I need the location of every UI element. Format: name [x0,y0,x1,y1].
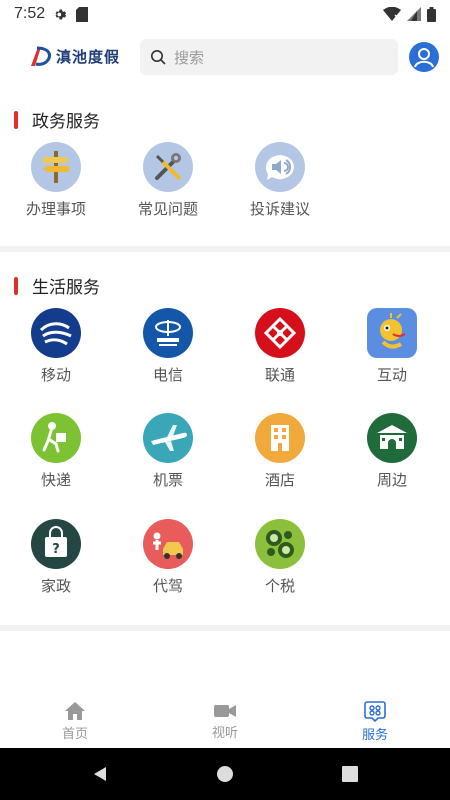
nav-recents-button[interactable] [288,766,413,782]
settings-gear-icon [55,9,67,19]
section-title-life: 生活服务 [14,273,100,298]
life-item-nearby[interactable]: 周边 [336,413,448,490]
life-item-mobile[interactable]: 移动 [0,308,112,385]
life-item-unicom[interactable]: 联通 [224,308,336,385]
gov-item-faq[interactable]: 常见问题 [112,142,224,219]
nav-home-button[interactable] [163,765,288,783]
search-bar[interactable]: 搜索 [140,39,398,75]
gate-icon [367,413,417,463]
item-label: 酒店 [264,471,295,489]
hotel-icon [255,413,305,463]
section-divider [0,246,450,252]
item-label: 移动 [40,366,71,384]
home-icon [65,702,85,720]
gov-item-complaints[interactable]: 投诉建议 [224,142,336,219]
china-telecom-icon [143,308,193,358]
sd-card-icon [76,6,89,22]
tab-label: 视听 [211,726,238,741]
section-title-gov: 政务服务 [14,107,100,132]
bottom-tab-bar: 首页 视听 服务 [0,695,450,748]
section-label: 生活服务 [32,278,100,298]
tab-label: 首页 [61,727,88,742]
tab-service[interactable]: 服务 [300,695,450,748]
nav-back-button[interactable] [38,765,163,783]
status-time: 7:52 [14,5,46,22]
signal-icon [407,7,421,21]
item-label: 个税 [264,577,295,595]
app-header: 滇池度假 搜索 [0,28,450,88]
courier-icon [31,413,81,463]
video-icon [214,705,236,717]
section-label: 政务服务 [32,112,100,132]
home-circle-icon [217,766,233,782]
search-icon [151,50,166,65]
life-item-flights[interactable]: 机票 [112,413,224,490]
life-item-housekeeping[interactable]: ? 家政 [0,519,112,596]
item-label: 投诉建议 [249,200,310,218]
speaker-icon [255,142,305,192]
item-label: 机票 [152,471,183,489]
life-item-telecom[interactable]: 电信 [112,308,224,385]
life-item-courier[interactable]: 快递 [0,413,112,490]
china-unicom-icon [255,308,305,358]
life-item-interaction[interactable]: 互动 [336,308,448,385]
gov-item-handle-matters[interactable]: 办理事项 [0,142,112,219]
airplane-icon [143,413,193,463]
tax-icon [255,519,305,569]
item-label: 联通 [264,366,295,384]
item-label: 周边 [376,471,407,489]
section-divider [0,625,450,631]
dragon-icon [367,308,417,358]
status-bar: 7:52 [0,0,450,28]
item-label: 电信 [152,366,183,384]
tab-video[interactable]: 视听 [150,695,300,748]
life-item-tax[interactable]: 个税 [224,519,336,596]
item-label: 家政 [40,577,71,595]
app-logo: 滇池度假 [28,44,120,68]
item-label: 代驾 [152,577,183,595]
service-icon [364,701,386,722]
tab-home[interactable]: 首页 [0,695,150,748]
user-avatar-icon[interactable] [409,42,439,72]
section-marker [14,110,18,129]
wifi-icon [383,7,401,21]
battery-icon [427,6,436,22]
section-marker [14,276,18,295]
china-mobile-icon [31,308,81,358]
chauffeur-icon [143,519,193,569]
svg-text:?: ? [52,542,60,557]
item-label: 常见问题 [137,200,198,218]
back-triangle-icon [94,767,106,781]
recents-square-icon [342,766,358,782]
item-label: 快递 [40,471,71,489]
item-label: 互动 [376,366,407,384]
tools-icon [143,142,193,192]
item-label: 办理事项 [25,200,86,218]
life-item-hotel[interactable]: 酒店 [224,413,336,490]
tab-label: 服务 [361,728,388,743]
signpost-icon [31,142,81,192]
logo-mark-icon [31,46,51,66]
search-placeholder: 搜索 [174,48,205,67]
system-nav-bar [0,748,450,800]
housekeeping-icon: ? [31,519,81,569]
life-item-chauffeur[interactable]: 代驾 [112,519,224,596]
logo-text: 滇池度假 [56,47,121,66]
